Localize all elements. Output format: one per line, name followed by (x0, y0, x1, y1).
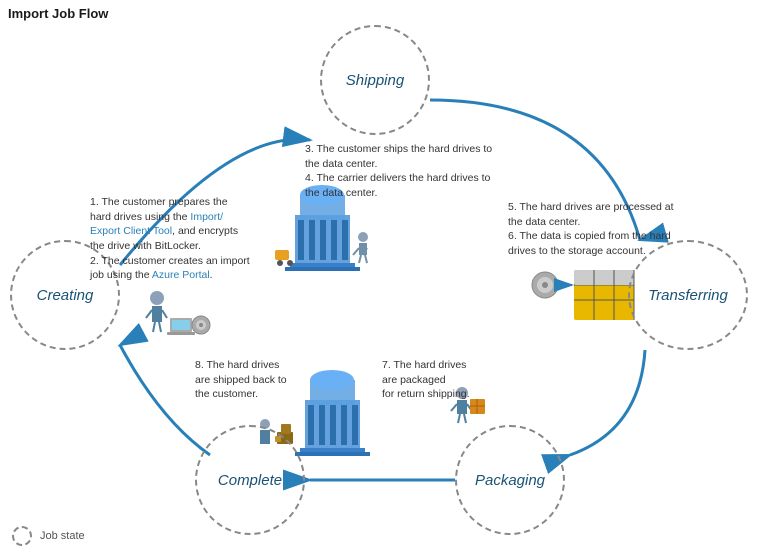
step-7-text: 7. The hard drives are packaged for retu… (382, 358, 522, 402)
state-creating-label: Creating (37, 287, 94, 304)
harddrive-storage-icon (532, 270, 634, 320)
step-1-2-text: 1. The customer prepares thehard drives … (90, 195, 265, 283)
state-complete-label: Complete (218, 472, 282, 489)
step-5-6-text: 5. The hard drives are processed at the … (508, 200, 693, 259)
page-title: Import Job Flow (8, 6, 108, 21)
state-complete: Complete (195, 425, 305, 535)
legend-circle (12, 526, 32, 546)
state-transferring-label: Transferring (648, 287, 728, 304)
state-shipping: Shipping (320, 25, 430, 135)
step-3-4-text: 3. The customer ships the hard drives to… (305, 142, 515, 201)
state-shipping-label: Shipping (346, 72, 404, 89)
state-packaging: Packaging (455, 425, 565, 535)
state-packaging-label: Packaging (475, 472, 545, 489)
person-laptop-icon (146, 291, 210, 335)
legend: Job state (12, 526, 85, 546)
step-8-text: 8. The hard drives are shipped back to t… (195, 358, 335, 402)
legend-label: Job state (40, 530, 85, 542)
